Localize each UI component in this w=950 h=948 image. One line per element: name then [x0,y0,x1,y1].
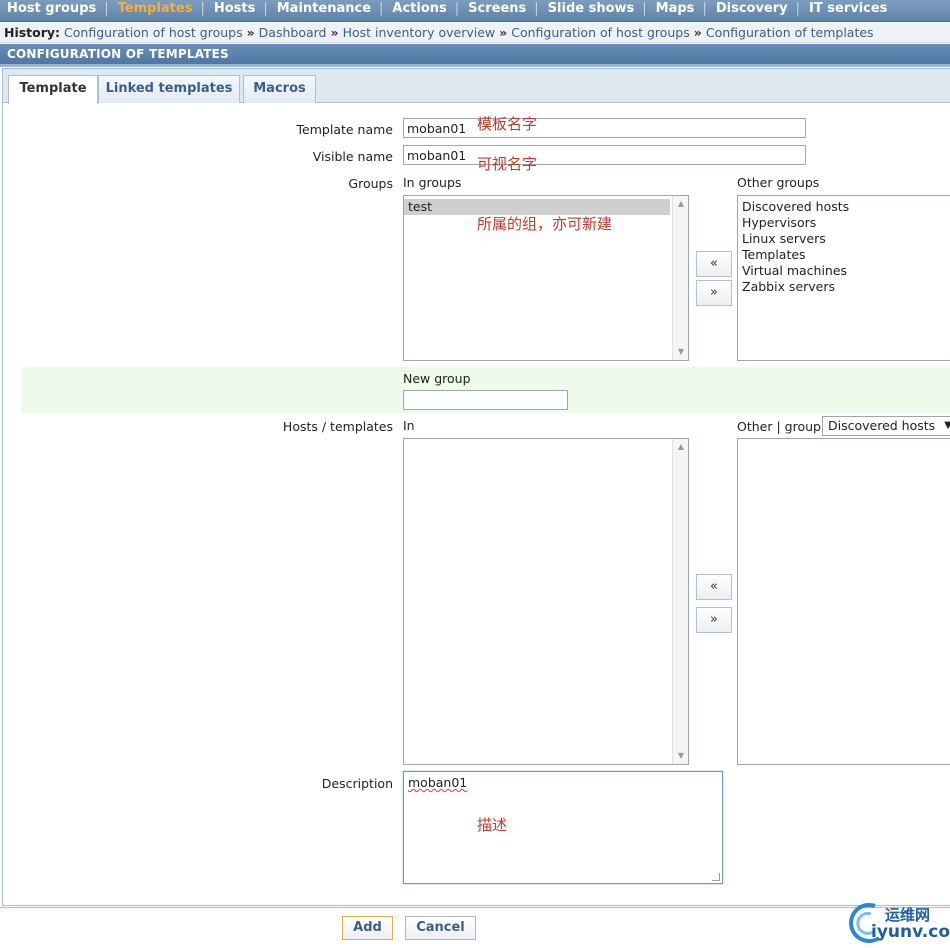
other-group-label: Other | group [737,419,821,434]
in-hosts-listbox[interactable]: ▲ ▼ [403,438,689,765]
group-select[interactable]: Discovered hosts ▼ [822,416,950,436]
menu-item-slide-shows[interactable]: Slide shows [541,0,637,18]
move-group-right-button[interactable]: » [696,280,732,306]
menu-item-hosts[interactable]: Hosts [207,0,258,18]
move-host-right-button[interactable]: » [696,607,732,633]
history-link[interactable]: Configuration of templates [706,25,874,40]
groups-annotation: 所属的组，亦可新建 [477,215,613,233]
move-host-left-button[interactable]: « [696,574,732,600]
description-annotation: 描述 [477,816,508,834]
new-group-label: New group [403,371,471,386]
menu-separator: | [200,1,205,16]
template-form-frame: Template Linked templates Macros Templat… [2,68,950,906]
other-groups-label: Other groups [737,175,820,190]
menu-item-maintenance[interactable]: Maintenance [270,0,373,18]
breadcrumb-arrow: » [693,25,702,40]
menu-item-maps[interactable]: Maps [649,0,697,18]
other-hosts-listbox[interactable] [737,438,950,765]
list-item[interactable]: Zabbix servers [738,279,950,295]
watermark-line2: iyunv.com [871,922,950,942]
menu-separator: | [795,1,801,16]
menu-item-host-groups[interactable]: Host groups [0,0,98,18]
menu-item-it-services[interactable]: IT services [802,0,889,18]
menu-separator: | [534,1,539,16]
list-item[interactable]: Discovered hosts [738,199,950,215]
breadcrumb-arrow: » [330,25,339,40]
description-textarea[interactable]: moban01 [403,771,723,884]
menu-separator: | [379,1,384,16]
tab-bar: Template Linked templates Macros [3,69,950,104]
top-menu: Host groups | Templates | Hosts | Maintenance |… [0,0,950,22]
resize-handle-icon[interactable] [712,873,720,881]
menu-item-screens[interactable]: Screens [461,0,528,18]
breadcrumb-arrow: » [499,25,508,40]
in-groups-scrollbar[interactable]: ▲ ▼ [672,196,688,360]
list-item[interactable]: Templates [738,247,950,263]
menu-separator: | [642,1,647,16]
groups-label: Groups [348,176,393,191]
in-hosts-scrollbar[interactable]: ▲ ▼ [672,439,688,764]
section-divider [0,64,950,67]
template-name-label: Template name [296,122,393,137]
history-link[interactable]: Host inventory overview [343,25,496,40]
in-groups-label: In groups [403,175,462,190]
other-groups-listbox[interactable]: Discovered hosts Hypervisors Linux servers… [737,195,950,361]
menu-separator: | [702,1,707,16]
visible-name-label: Visible name [312,149,393,164]
dropdown-caret-icon: ▼ [944,417,950,435]
section-title: CONFIGURATION OF TEMPLATES [0,44,950,64]
hosts-templates-label: Hosts / templates [282,419,393,434]
history-label: History: [4,25,61,40]
tab-macros[interactable]: Macros [243,75,316,103]
history-link[interactable]: Configuration of host groups [64,25,243,40]
breadcrumb-arrow: » [246,25,255,40]
visible-name-annotation: 可视名字 [477,155,538,173]
history-link[interactable]: Configuration of host groups [511,25,690,40]
list-item[interactable]: Linux servers [738,231,950,247]
group-select-value: Discovered hosts [828,418,936,433]
form-footer: Add Cancel [0,907,950,948]
visible-name-input[interactable] [403,145,806,165]
menu-separator: | [263,1,268,16]
site-watermark: 运维网 iyunv.com [845,898,950,948]
cancel-button[interactable]: Cancel [405,916,476,940]
template-name-input[interactable] [403,118,806,138]
history-link[interactable]: Dashboard [259,25,327,40]
menu-separator: | [104,1,109,16]
menu-item-actions[interactable]: Actions [385,0,448,18]
template-name-annotation: 模板名字 [477,115,538,133]
history-breadcrumb: History: Configuration of host groups» Da… [0,23,950,43]
scroll-down-icon[interactable]: ▼ [673,749,688,763]
menu-separator: | [454,1,460,16]
scroll-up-icon[interactable]: ▲ [673,197,688,211]
list-item[interactable]: Hypervisors [738,215,950,231]
move-group-left-button[interactable]: « [696,251,732,277]
add-button[interactable]: Add [342,916,393,940]
new-group-input[interactable] [403,390,568,410]
scroll-up-icon[interactable]: ▲ [673,440,688,454]
description-value: moban01 [408,775,468,790]
scroll-down-icon[interactable]: ▼ [673,345,688,359]
tab-template[interactable]: Template [8,75,98,104]
tab-linked-templates[interactable]: Linked templates [98,75,240,103]
in-label: In [403,418,415,433]
list-item[interactable]: Virtual machines [738,263,950,279]
description-label: Description [321,776,393,791]
menu-item-discovery[interactable]: Discovery [709,0,790,18]
menu-item-templates[interactable]: Templates [111,0,195,18]
